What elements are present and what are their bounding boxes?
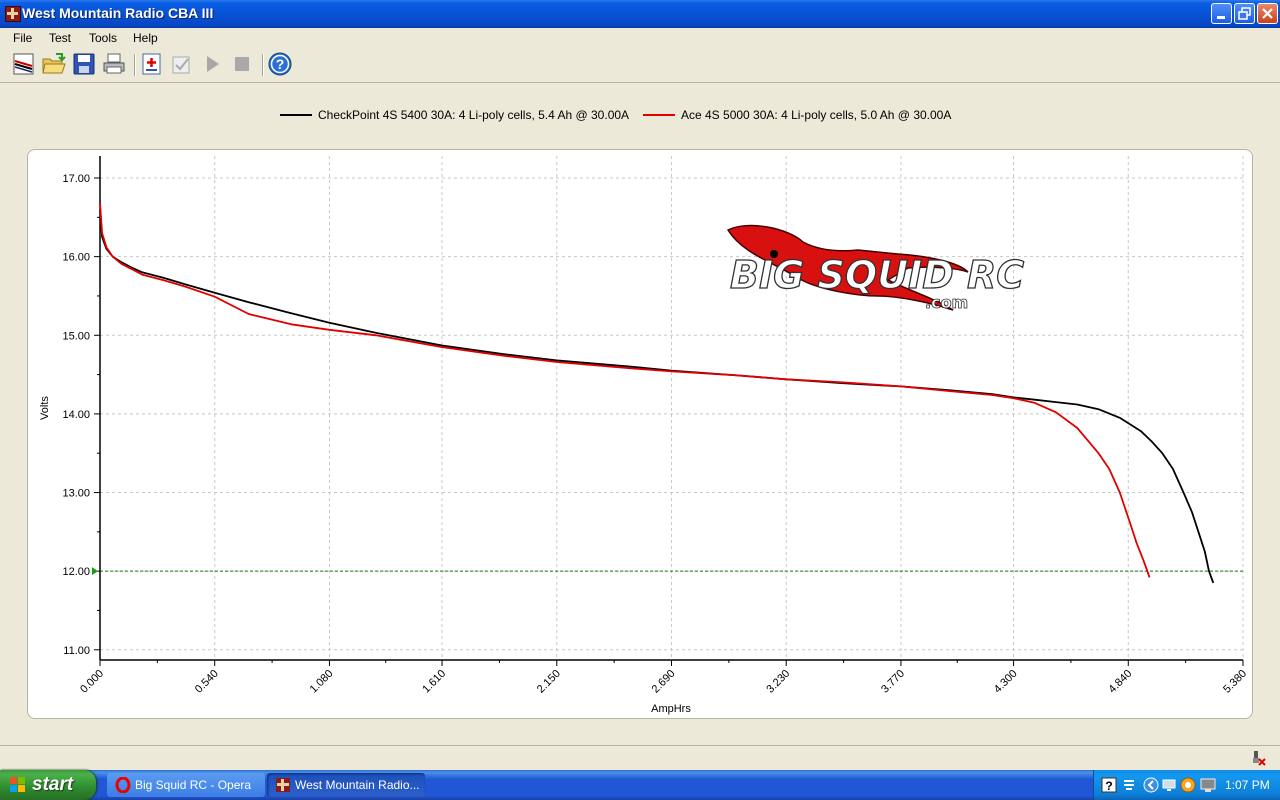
chart-labels: AmpHrs Volts (39, 396, 691, 715)
y-tick-label: 14.00 (62, 409, 90, 421)
print-button[interactable] (102, 52, 126, 76)
y-axis-label: Volts (39, 396, 51, 420)
monitor-tray-icon[interactable] (1161, 777, 1177, 793)
save-icon (73, 53, 95, 75)
close-button[interactable] (1257, 3, 1278, 24)
toolbar-separator (262, 54, 264, 76)
x-tick-label: 3.230 (764, 668, 792, 696)
menu-test[interactable]: Test (49, 31, 71, 45)
legend-label-checkpoint: CheckPoint 4S 5400 30A: 4 Li-poly cells,… (318, 108, 630, 122)
antivirus-tray-icon[interactable] (1180, 777, 1196, 793)
task-opera-label: Big Squid RC - Opera (135, 778, 252, 792)
save-button[interactable] (72, 52, 96, 76)
title-bar: West Mountain Radio CBA III (0, 0, 1280, 28)
disconnected-plug-icon (1253, 751, 1266, 766)
taskbar-clock: 1:07 PM (1225, 778, 1270, 792)
legend-entry-checkpoint: CheckPoint 4S 5400 30A: 4 Li-poly cells,… (280, 108, 629, 122)
display-tray-icon[interactable] (1200, 777, 1216, 793)
help-button[interactable]: ? (268, 52, 292, 76)
minimize-button[interactable] (1211, 3, 1232, 24)
windows-flag-icon (10, 777, 25, 792)
status-bar (0, 745, 1280, 770)
maximize-button[interactable] (1234, 3, 1255, 24)
task-cba-label: West Mountain Radio... (295, 778, 420, 792)
new-test-icon (13, 53, 34, 75)
chevron-left-icon[interactable] (1143, 777, 1159, 793)
minimize-icon (1217, 16, 1225, 19)
menu-help[interactable]: Help (133, 31, 158, 45)
start-label: start (32, 774, 74, 795)
x-tick-label: 0.000 (78, 668, 106, 696)
open-button[interactable] (42, 52, 66, 76)
x-tick-label: 2.150 (535, 668, 563, 696)
task-opera[interactable]: Big Squid RC - Opera (107, 773, 265, 797)
y-tick-label: 16.00 (62, 252, 90, 264)
start-button[interactable]: start (0, 770, 96, 800)
stop-button[interactable] (230, 52, 254, 76)
chart-grid (100, 156, 1244, 660)
cutoff-marker-icon (92, 567, 98, 576)
watermark-suffix: .com (925, 293, 968, 312)
x-tick-label: 4.840 (1106, 668, 1134, 696)
y-tick-label: 12.00 (62, 566, 90, 578)
new-test-button[interactable] (12, 52, 36, 76)
x-tick-label: 4.300 (992, 668, 1020, 696)
chart-legend: CheckPoint 4S 5400 30A: 4 Li-poly cells,… (0, 108, 1280, 124)
x-tick-label: 2.690 (650, 668, 678, 696)
series-line-checkpoint (99, 209, 1215, 584)
restore-icon (1238, 7, 1251, 20)
chart-axes: 17.00 16.00 15.00 14.00 13.00 12.00 11.00 0.000… (62, 156, 1249, 696)
discharge-chart: 17.00 16.00 15.00 14.00 13.00 12.00 11.00 0.000… (39, 156, 1249, 715)
menu-file[interactable]: File (13, 31, 32, 45)
task-cba[interactable]: West Mountain Radio... (267, 773, 425, 797)
y-tick-label: 13.00 (62, 488, 90, 500)
x-tick-label: 0.540 (193, 668, 221, 696)
play-button[interactable] (200, 52, 224, 76)
watermark-logo: BIG SQUID RC .com (726, 224, 1025, 312)
chart-panel: 17.00 16.00 15.00 14.00 13.00 12.00 11.00 0.000… (27, 149, 1253, 719)
checklist-button[interactable] (170, 52, 194, 76)
play-icon (207, 56, 219, 72)
open-folder-icon (42, 53, 66, 74)
stop-icon (235, 57, 249, 71)
x-tick-label: 3.770 (879, 668, 907, 696)
x-tick-label: 5.380 (1221, 668, 1249, 696)
toolbar: ? (0, 48, 1280, 83)
checklist-icon (172, 56, 190, 74)
y-tick-label: 11.00 (63, 645, 90, 657)
x-axis-label: AmpHrs (651, 703, 691, 715)
svg-text:?: ? (1105, 779, 1112, 793)
main-area: CheckPoint 4S 5400 30A: 4 Li-poly cells,… (0, 83, 1280, 745)
add-test-icon (142, 53, 161, 75)
network-tray-icon[interactable] (1121, 777, 1137, 793)
opera-icon (115, 777, 131, 793)
y-tick-label: 17.00 (62, 173, 90, 185)
x-tick-label: 1.610 (420, 668, 448, 696)
window-title: West Mountain Radio CBA III (22, 5, 214, 21)
legend-swatch-black (280, 113, 312, 116)
menu-tools[interactable]: Tools (89, 31, 117, 45)
svg-text:?: ? (276, 56, 285, 72)
help-icon: ? (268, 52, 292, 76)
legend-entry-ace: Ace 4S 5000 30A: 4 Li-poly cells, 5.0 Ah… (643, 108, 951, 122)
cba-app-icon (276, 778, 290, 792)
menu-bar: File Test Tools Help (0, 28, 1280, 48)
toolbar-separator (134, 54, 136, 76)
chart-series (99, 203, 1215, 584)
print-icon (103, 53, 125, 74)
taskbar: start Big Squid RC - Opera West Mountain… (0, 770, 1280, 800)
system-tray: ? 1:07 PM (1093, 770, 1280, 800)
close-icon (1262, 8, 1273, 19)
legend-swatch-red (643, 113, 675, 116)
app-icon (5, 6, 21, 22)
watermark-text: BIG SQUID RC (730, 253, 1024, 297)
legend-label-ace: Ace 4S 5000 30A: 4 Li-poly cells, 5.0 Ah… (681, 108, 952, 122)
help-tray-icon[interactable]: ? (1101, 777, 1117, 793)
add-test-button[interactable] (140, 52, 164, 76)
x-tick-label: 1.080 (308, 668, 336, 696)
y-tick-label: 15.00 (62, 330, 90, 342)
